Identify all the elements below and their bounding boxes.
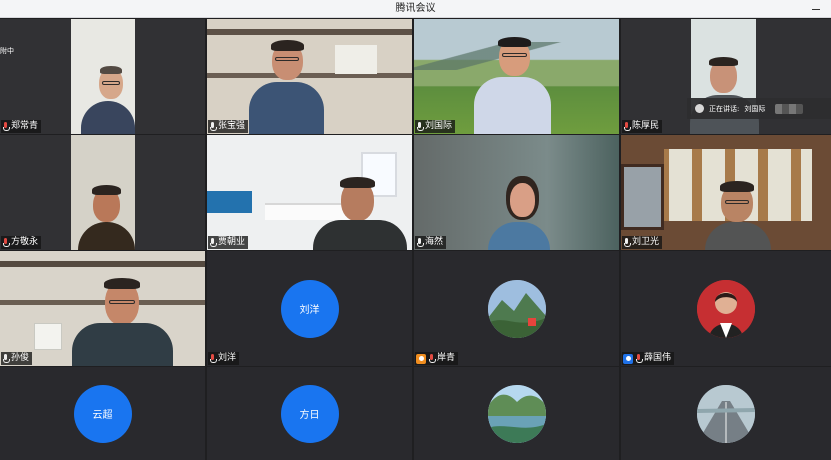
participant-tile-liu-yang[interactable]: 刘洋 刘洋 bbox=[207, 251, 412, 366]
avatar bbox=[487, 384, 546, 443]
participant-name-label: 郑常青 bbox=[1, 120, 42, 133]
participant-figure bbox=[79, 64, 137, 134]
participant-tile-jia-chaoye[interactable]: 贾朝业 bbox=[207, 135, 412, 250]
participant-tile-road-avatar[interactable] bbox=[621, 367, 831, 460]
participant-name-label: 薛国伟 bbox=[622, 352, 675, 365]
participant-name-label: 方敬永 bbox=[1, 236, 42, 249]
participant-tile-liu-weiguang[interactable]: 刘卫光 bbox=[621, 135, 831, 250]
participant-tile-zhang-baoqiang[interactable]: 张宝强 bbox=[207, 19, 412, 134]
microphone-muted-icon bbox=[2, 121, 10, 132]
participant-name-label: 孙俊 bbox=[1, 352, 33, 365]
participant-figure bbox=[75, 177, 137, 250]
participant-figure bbox=[690, 57, 759, 134]
participant-figure bbox=[699, 178, 777, 250]
participant-tile-zheng-changqing[interactable]: 附中 郑常青 bbox=[0, 19, 205, 134]
user-badge-icon bbox=[623, 353, 633, 364]
participant-tile-sun-jun[interactable]: 孙俊 bbox=[0, 251, 205, 366]
portrait-avatar-icon bbox=[697, 279, 755, 338]
participant-tile-liu-guoji[interactable]: 刘国际 bbox=[414, 19, 619, 134]
participant-name-label: 刘国际 bbox=[415, 120, 456, 133]
participant-tile-hai-ran[interactable]: 海然 bbox=[414, 135, 619, 250]
window-title: 腾讯会议 bbox=[395, 3, 436, 14]
avatar bbox=[697, 279, 755, 338]
minimize-icon bbox=[812, 8, 820, 10]
microphone-icon bbox=[209, 237, 217, 248]
participant-name-label: 贾朝业 bbox=[208, 236, 249, 249]
microphone-muted-icon bbox=[428, 353, 436, 364]
participant-name-label: 张宝强 bbox=[208, 120, 249, 133]
participant-name-label: 岸青 bbox=[415, 352, 459, 365]
lake-avatar-icon bbox=[487, 384, 546, 443]
avatar bbox=[487, 279, 546, 338]
microphone-speaking-icon bbox=[416, 121, 424, 132]
participant-figure bbox=[249, 37, 324, 134]
microphone-icon bbox=[623, 237, 631, 248]
title-bar: 腾讯会议 bbox=[0, 0, 831, 18]
landscape-avatar-icon bbox=[487, 279, 546, 338]
road-avatar-icon bbox=[697, 384, 755, 443]
avatar: 刘洋 bbox=[280, 279, 339, 338]
status-fragment: 附中 bbox=[0, 47, 14, 55]
participant-tile-yun-chao[interactable]: 云超 bbox=[0, 367, 205, 460]
microphone-muted-icon bbox=[623, 121, 631, 132]
participant-figure bbox=[67, 278, 179, 366]
microphone-muted-icon bbox=[2, 237, 10, 248]
avatar: 云超 bbox=[73, 384, 132, 443]
participant-tile-an-qing[interactable]: 岸青 bbox=[414, 251, 619, 366]
participant-name-label: 刘洋 bbox=[208, 352, 240, 365]
avatar: 方日 bbox=[280, 384, 339, 443]
participant-name-label: 海然 bbox=[415, 236, 447, 249]
current-speaker-banner: 正在讲话: 刘国际 bbox=[687, 98, 831, 119]
participant-tile-fang-jingyong[interactable]: 方敬永 bbox=[0, 135, 205, 250]
avatar bbox=[697, 384, 755, 443]
microphone-icon bbox=[416, 237, 424, 248]
participant-name-label: 陈厚民 bbox=[622, 120, 663, 133]
microphone-icon bbox=[209, 121, 217, 132]
blurred-status-text bbox=[775, 103, 804, 114]
participant-tile-fang-ri[interactable]: 方日 bbox=[207, 367, 412, 460]
speaker-icon bbox=[695, 104, 704, 113]
participant-tile-xue-guowei[interactable]: 薛国伟 bbox=[621, 251, 831, 366]
user-badge-icon bbox=[416, 353, 426, 364]
participant-name-label: 刘卫光 bbox=[622, 236, 663, 249]
participant-figure bbox=[479, 175, 559, 250]
microphone-muted-icon bbox=[209, 353, 217, 364]
participant-figure bbox=[466, 36, 558, 134]
tencent-meeting-window: 腾讯会议 附中 郑常青 张宝强 刘国际 正在讲话: 刘国际 陈厚民 方敬永 贾朝… bbox=[0, 0, 831, 460]
video-grid: 附中 郑常青 张宝强 刘国际 正在讲话: 刘国际 陈厚民 方敬永 贾朝业 海然 … bbox=[0, 19, 831, 460]
participant-figure bbox=[307, 177, 412, 250]
participant-tile-chen-houmin[interactable]: 正在讲话: 刘国际 陈厚民 bbox=[621, 19, 831, 134]
microphone-icon bbox=[2, 353, 10, 364]
minimize-button[interactable] bbox=[805, 0, 827, 18]
microphone-muted-icon bbox=[635, 353, 643, 364]
participant-tile-lake-avatar[interactable] bbox=[414, 367, 619, 460]
